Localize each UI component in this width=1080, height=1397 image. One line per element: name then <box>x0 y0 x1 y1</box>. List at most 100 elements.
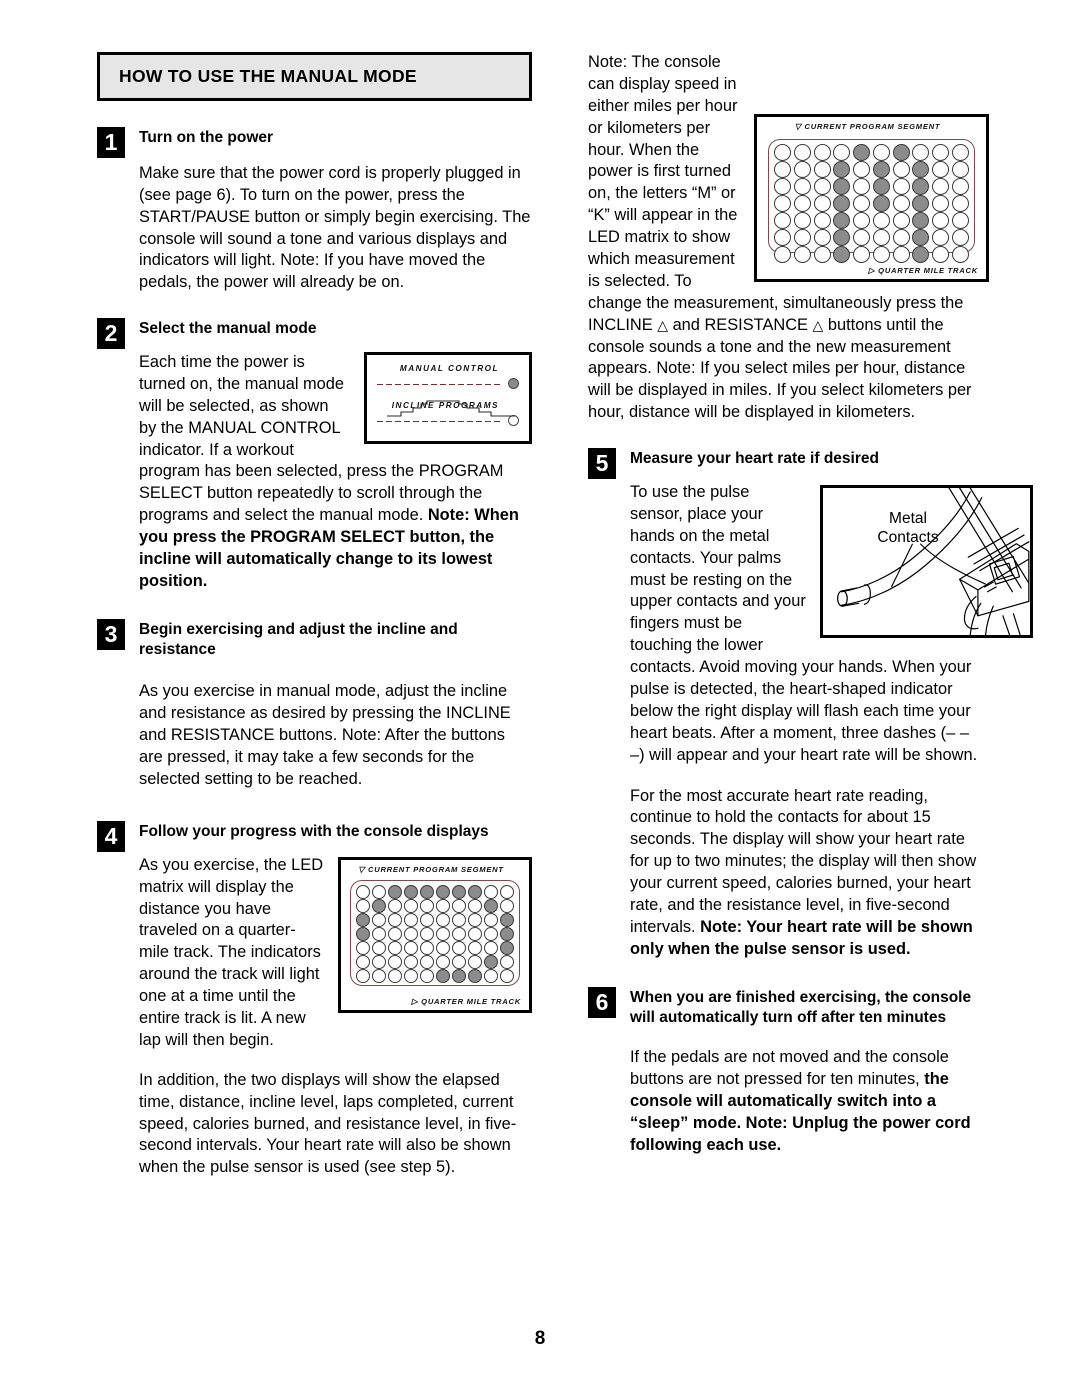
led-cell <box>452 968 466 983</box>
led-cell <box>388 912 402 927</box>
led-cell <box>420 898 434 913</box>
led-cell <box>951 195 969 212</box>
led-cell <box>872 212 890 229</box>
track-caption-bottom: ▷ QUARTER MILE TRACK <box>411 997 521 1006</box>
led-cell <box>500 898 514 913</box>
led-cell <box>500 954 514 969</box>
led-cell <box>372 898 386 913</box>
step-4-number: 4 <box>97 820 125 852</box>
current-program-segment-label: CURRENT PROGRAM SEGMENT <box>804 122 941 131</box>
led-cell <box>892 246 910 263</box>
step-1: 1 Turn on the power <box>97 127 532 158</box>
step-1-heading: Turn on the power <box>139 129 274 146</box>
step-3-number: 3 <box>97 618 125 650</box>
step-6-heading: When you are finished exercising, the co… <box>630 988 972 1026</box>
led-cell <box>404 912 418 927</box>
right-column: ▽ CURRENT PROGRAM SEGMENT ▷ QUARTER MILE… <box>588 52 1033 1157</box>
led-cell <box>500 912 514 927</box>
led-cell <box>404 954 418 969</box>
led-cell <box>468 968 482 983</box>
step-6-body-plain: If the pedals are not moved and the cons… <box>630 1048 949 1089</box>
led-cell <box>853 161 871 178</box>
step-5-heading: Measure your heart rate if desired <box>630 450 879 468</box>
led-cell <box>372 884 386 899</box>
led-cell <box>388 884 402 899</box>
step-2-heading: Select the manual mode <box>139 320 317 338</box>
track-led-grid <box>351 881 519 985</box>
led-cell <box>388 940 402 955</box>
current-program-segment-marker-icon: ▽ <box>358 864 366 874</box>
step-3: 3 Begin exercising and adjust the inclin… <box>97 618 532 660</box>
led-cell <box>452 898 466 913</box>
led-cell <box>774 212 792 229</box>
led-cell <box>372 968 386 983</box>
led-cell <box>420 926 434 941</box>
led-cell <box>794 229 812 246</box>
led-cell <box>813 161 831 178</box>
step-2-number: 2 <box>97 318 125 350</box>
led-cell <box>404 926 418 941</box>
m-led-grid-border <box>768 139 975 263</box>
led-cell <box>872 144 890 161</box>
led-cell <box>853 178 871 195</box>
metal-contacts-label: Metal Contacts <box>853 510 963 547</box>
track-caption-top: ▽ CURRENT PROGRAM SEGMENT <box>341 865 521 874</box>
led-cell <box>892 161 910 178</box>
led-cell <box>452 884 466 899</box>
led-cell <box>872 161 890 178</box>
led-cell <box>951 212 969 229</box>
led-cell <box>892 144 910 161</box>
led-cell <box>774 246 792 263</box>
led-cell <box>500 968 514 983</box>
led-cell <box>892 195 910 212</box>
led-cell <box>931 229 949 246</box>
m-caption-bottom: ▷ QUARTER MILE TRACK <box>868 266 978 275</box>
led-cell <box>356 940 370 955</box>
left-column: HOW TO USE THE MANUAL MODE 1 Turn on the… <box>97 52 532 1179</box>
led-cell <box>912 229 930 246</box>
step-6-body: If the pedals are not moved and the cons… <box>588 1047 988 1156</box>
led-cell <box>404 884 418 899</box>
led-cell <box>912 212 930 229</box>
track-led-grid-border <box>350 879 520 986</box>
led-cell <box>468 940 482 955</box>
led-cell <box>872 195 890 212</box>
led-cell <box>931 161 949 178</box>
led-cell <box>388 968 402 983</box>
led-cell <box>484 954 498 969</box>
led-cell <box>436 968 450 983</box>
manual-control-dashed-line <box>377 384 503 385</box>
led-cell <box>468 926 482 941</box>
led-cell <box>853 229 871 246</box>
led-cell <box>853 246 871 263</box>
led-cell <box>436 884 450 899</box>
m-caption-top: ▽ CURRENT PROGRAM SEGMENT <box>757 122 978 131</box>
led-cell <box>931 144 949 161</box>
metal-contacts-label-line1: Metal <box>889 509 927 527</box>
led-cell <box>484 926 498 941</box>
led-cell <box>813 178 831 195</box>
led-cell <box>951 144 969 161</box>
led-cell <box>951 178 969 195</box>
page-number: 8 <box>534 1328 546 1349</box>
step-4: 4 Follow your progress with the console … <box>97 820 532 852</box>
current-program-segment-label: CURRENT PROGRAM SEGMENT <box>367 864 504 874</box>
right-note-mid: and RESISTANCE <box>668 315 813 334</box>
step-1-body: Make sure that the power cord is properl… <box>139 163 531 292</box>
incline-triangle-icon: △ <box>657 316 669 333</box>
led-cell <box>794 144 812 161</box>
led-cell <box>356 912 370 927</box>
led-matrix-track-figure: ▽ CURRENT PROGRAM SEGMENT ▷ QUARTER MILE… <box>338 856 532 1013</box>
step-5-body-b-plain: For the most accurate heart rate reading… <box>630 786 977 936</box>
metal-contacts-label-line2: Contacts <box>877 528 939 546</box>
step-6: 6 When you are finished exercising, the … <box>588 986 988 1028</box>
led-cell <box>388 898 402 913</box>
led-cell <box>404 968 418 983</box>
led-cell <box>931 212 949 229</box>
incline-programs-indicator-row <box>377 400 519 429</box>
led-cell <box>912 246 930 263</box>
step-3-heading: Begin exercising and adjust the incline … <box>139 620 458 658</box>
led-cell <box>892 178 910 195</box>
led-cell <box>468 954 482 969</box>
step-5: 5 Measure your heart rate if desired <box>588 448 988 480</box>
